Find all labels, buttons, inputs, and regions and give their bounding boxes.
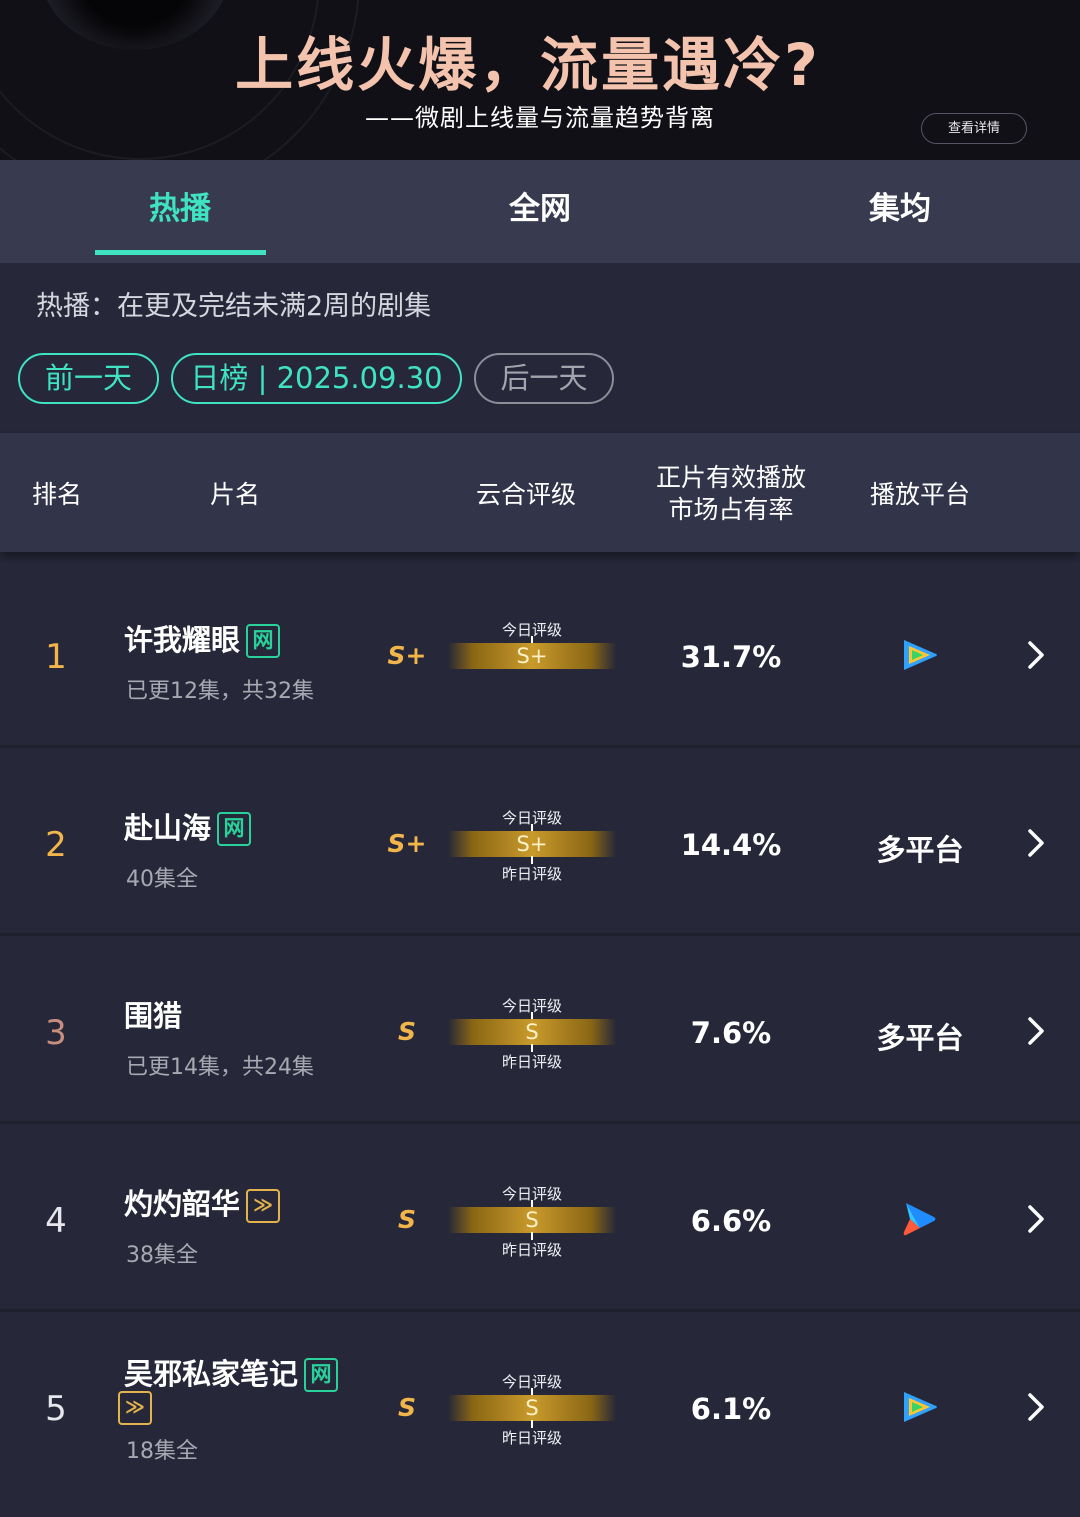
promo-banner[interactable]: 上线火爆，流量遇冷? ——微剧上线量与流量趋势背离 查看详情 [0, 0, 1080, 160]
chevron-right-icon[interactable] [1022, 1015, 1048, 1047]
today-grade: S [525, 1020, 539, 1044]
show-title: 吴邪私家笔记 [124, 1357, 299, 1391]
rank-number: 4 [45, 1201, 67, 1241]
youku-exclusive-icon: ≫ [246, 1189, 281, 1223]
header-title: 片名 [209, 480, 260, 509]
tab-hot[interactable]: 热播 [0, 160, 360, 263]
platform-label: 多平台 [876, 1021, 964, 1055]
yunhe-grade: S+ [387, 829, 427, 858]
table-row[interactable]: 2 赴山海网 40集全 S+ 今日评级 S+ 昨日评级 14.4% 多平台 [0, 751, 1080, 936]
date-selector[interactable]: 日榜 | 2025.09.30 [171, 353, 462, 404]
today-grade: S+ [516, 644, 548, 668]
yesterday-rating-label: 昨日评级 [501, 1053, 562, 1071]
header-rating: 云合评级 [475, 480, 576, 509]
today-grade: S [525, 1396, 539, 1420]
today-grade: S+ [516, 832, 548, 856]
market-share: 31.7% [680, 640, 782, 674]
youku-icon [903, 1203, 936, 1236]
table-row[interactable]: 1 许我耀眼网 已更12集，共32集 S+ 今日评级 S+ 31.7% [0, 563, 1080, 748]
rank-number: 3 [45, 1013, 67, 1053]
show-title-wrap: 吴邪私家笔记网 [124, 1351, 339, 1393]
header-rank: 排名 [31, 480, 82, 509]
rating-meter: 今日评级 S+ [448, 619, 616, 697]
show-title: 灼灼韶华 [124, 1187, 241, 1221]
episode-count: 40集全 [126, 867, 198, 892]
table-row[interactable]: 5 吴邪私家笔记网 ≫ 18集全 S 今日评级 S 昨日评级 6.1% [0, 1315, 1080, 1517]
rating-bar: S [448, 1019, 616, 1045]
web-series-tag: 网 [304, 1358, 339, 1392]
yunhe-grade: S [397, 1017, 416, 1046]
banner-title: 上线火爆，流量遇冷? [235, 31, 821, 99]
youku-exclusive-icon: ≫ [118, 1391, 152, 1425]
chevron-right-icon[interactable] [1022, 639, 1048, 671]
table-row[interactable]: 3 围猎 已更14集，共24集 S 今日评级 S 昨日评级 7.6% 多平台 [0, 939, 1080, 1124]
market-share: 7.6% [690, 1016, 772, 1050]
rating-meter: 今日评级 S 昨日评级 [448, 1371, 616, 1449]
header-share-line2: 市场占有率 [668, 495, 794, 524]
episode-count: 38集全 [126, 1243, 198, 1268]
show-title-wrap: 赴山海网 [124, 805, 252, 847]
next-day-button[interactable]: 后一天 [474, 353, 614, 404]
list-description: 热播：在更及完结未满2周的剧集 [36, 291, 432, 322]
yunhe-grade: S [397, 1205, 416, 1234]
chevron-right-icon[interactable] [1022, 1203, 1048, 1235]
web-series-tag: 网 [246, 624, 281, 658]
rating-bar: S+ [448, 643, 616, 669]
table-header: 排名 片名 云合评级 正片有效播放 市场占有率 播放平台 [0, 433, 1080, 552]
rating-bar: S+ [448, 831, 616, 857]
yesterday-rating-label: 昨日评级 [501, 1241, 562, 1259]
banner-subtitle: ——微剧上线量与流量趋势背离 [365, 104, 715, 132]
show-title: 许我耀眼 [124, 623, 241, 657]
yesterday-rating-label: 昨日评级 [501, 865, 562, 883]
tab-bar: 热播 全网 集均 [0, 160, 1080, 263]
show-title-wrap: 许我耀眼网 [124, 617, 281, 659]
chevron-right-icon[interactable] [1022, 827, 1048, 859]
rating-meter: 今日评级 S 昨日评级 [448, 995, 616, 1073]
episode-count: 18集全 [126, 1439, 198, 1464]
table-row[interactable]: 4 灼灼韶华 ≫ 38集全 S 今日评级 S 昨日评级 6.6% [0, 1127, 1080, 1312]
tencent-video-icon [904, 1392, 937, 1422]
market-share: 6.1% [690, 1392, 772, 1426]
rating-meter: 今日评级 S 昨日评级 [448, 1183, 616, 1261]
header-share-line1: 正片有效播放 [655, 463, 806, 492]
rating-meter: 今日评级 S+ 昨日评级 [448, 807, 616, 885]
platform-label: 多平台 [876, 833, 964, 867]
episode-count: 已更12集，共32集 [126, 679, 314, 704]
rating-bar: S [448, 1207, 616, 1233]
today-grade: S [525, 1208, 539, 1232]
show-title: 围猎 [124, 999, 183, 1033]
tab-per-episode[interactable]: 集均 [720, 160, 1080, 263]
web-series-tag: 网 [217, 812, 252, 846]
tencent-video-icon [904, 640, 937, 670]
view-details-button[interactable]: 查看详情 [921, 113, 1027, 144]
rank-number: 1 [45, 637, 67, 677]
prev-day-button[interactable]: 前一天 [18, 353, 159, 404]
market-share: 6.6% [690, 1204, 772, 1238]
show-title-wrap: 灼灼韶华 ≫ [124, 1181, 281, 1223]
yunhe-grade: S [397, 1393, 416, 1422]
header-platform: 播放平台 [869, 480, 970, 509]
rating-bar: S [448, 1395, 616, 1421]
tab-all-network[interactable]: 全网 [360, 160, 720, 263]
yunhe-grade: S+ [387, 641, 427, 670]
chevron-right-icon[interactable] [1022, 1391, 1048, 1423]
rank-number: 2 [45, 825, 67, 865]
yesterday-rating-label: 昨日评级 [501, 1429, 562, 1447]
show-title: 赴山海 [124, 811, 212, 845]
episode-count: 已更14集，共24集 [126, 1055, 314, 1080]
market-share: 14.4% [680, 828, 782, 862]
rank-number: 5 [45, 1389, 67, 1429]
